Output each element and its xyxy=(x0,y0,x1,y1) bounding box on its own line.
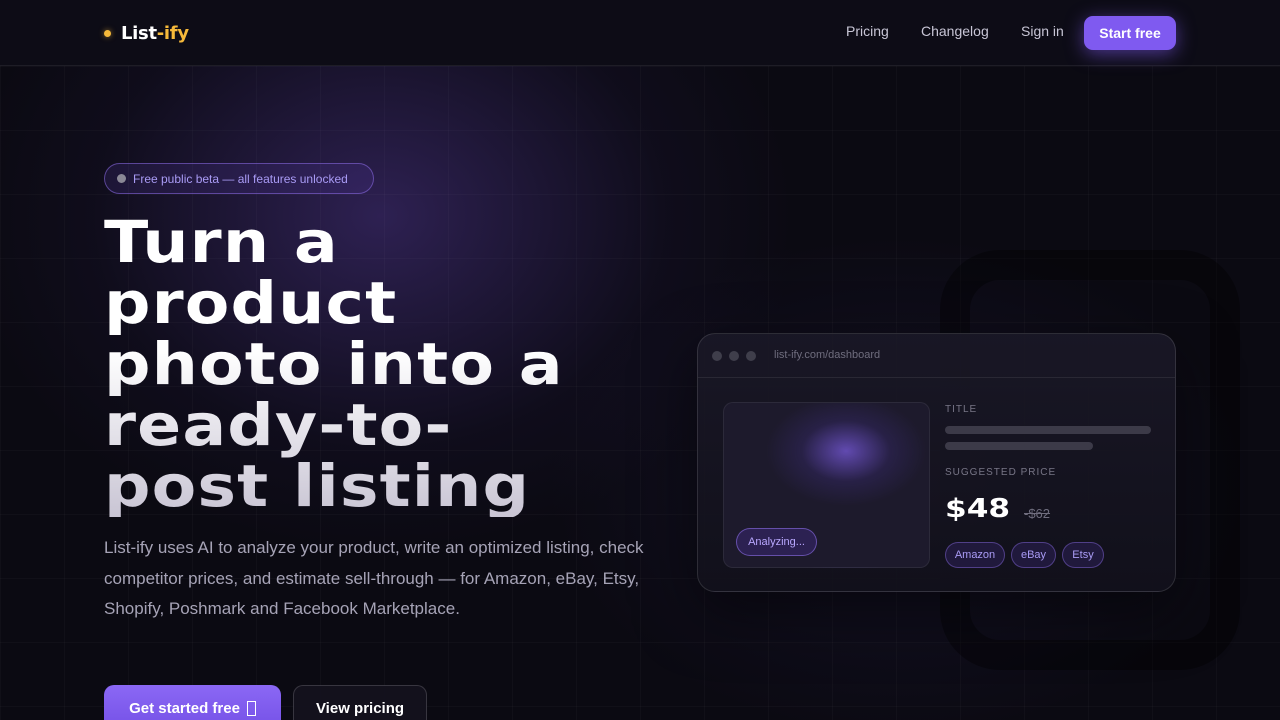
window-dot-icon xyxy=(746,351,756,361)
window-dot-icon xyxy=(729,351,739,361)
get-started-label: Get started free xyxy=(129,699,240,717)
headline-line: Turn a xyxy=(104,208,339,276)
hero-headline: Turn a product photo into a ready-to- po… xyxy=(104,212,731,517)
arrow-icon xyxy=(246,700,256,716)
beta-badge: Free public beta — all features unlocked xyxy=(104,163,374,194)
title-placeholder-line xyxy=(945,426,1151,434)
view-pricing-button[interactable]: View pricing xyxy=(293,685,427,720)
logo-text: List xyxy=(121,22,157,44)
hero-description: List-ify uses AI to analyze your product… xyxy=(104,538,644,618)
headline-line: product xyxy=(104,269,398,337)
platform-tag-amazon: Amazon xyxy=(945,542,1005,568)
logo-dot-icon xyxy=(104,29,111,37)
logo[interactable]: List -ify xyxy=(104,20,189,46)
top-navbar: List -ify Pricing Changelog Sign in Star… xyxy=(0,0,1280,66)
window-dot-icon xyxy=(712,351,722,361)
headline-line: ready-to- xyxy=(104,391,453,459)
dashboard-mockup: list-ify.com/dashboard Analyzing... TITL… xyxy=(697,333,1176,592)
nav-link-pricing[interactable]: Pricing xyxy=(846,23,889,39)
headline-line: post listing xyxy=(104,452,531,520)
logo-text-accent: -ify xyxy=(156,22,189,44)
title-placeholder-line xyxy=(945,442,1093,450)
product-image-preview: Analyzing... xyxy=(723,402,930,568)
platform-tag-ebay: eBay xyxy=(1011,542,1056,568)
headline-line: photo into a xyxy=(104,330,564,398)
status-dot-icon xyxy=(117,174,126,183)
original-price: -$62 xyxy=(1024,506,1051,521)
price-label: SUGGESTED PRICE xyxy=(945,467,1057,478)
beta-badge-text: Free public beta — all features unlocked xyxy=(133,171,348,186)
start-free-button[interactable]: Start free xyxy=(1084,16,1176,50)
get-started-button[interactable]: Get started free xyxy=(104,685,281,720)
nav-link-sign-in[interactable]: Sign in xyxy=(1021,23,1064,39)
title-label: TITLE xyxy=(945,404,978,415)
analyzing-pill: Analyzing... xyxy=(736,528,817,556)
platform-tag-etsy: Etsy xyxy=(1062,542,1104,568)
suggested-price: $48 xyxy=(945,494,1011,524)
browser-url: list-ify.com/dashboard xyxy=(774,349,881,361)
nav-link-changelog[interactable]: Changelog xyxy=(921,23,989,39)
browser-bar: list-ify.com/dashboard xyxy=(698,334,1175,378)
